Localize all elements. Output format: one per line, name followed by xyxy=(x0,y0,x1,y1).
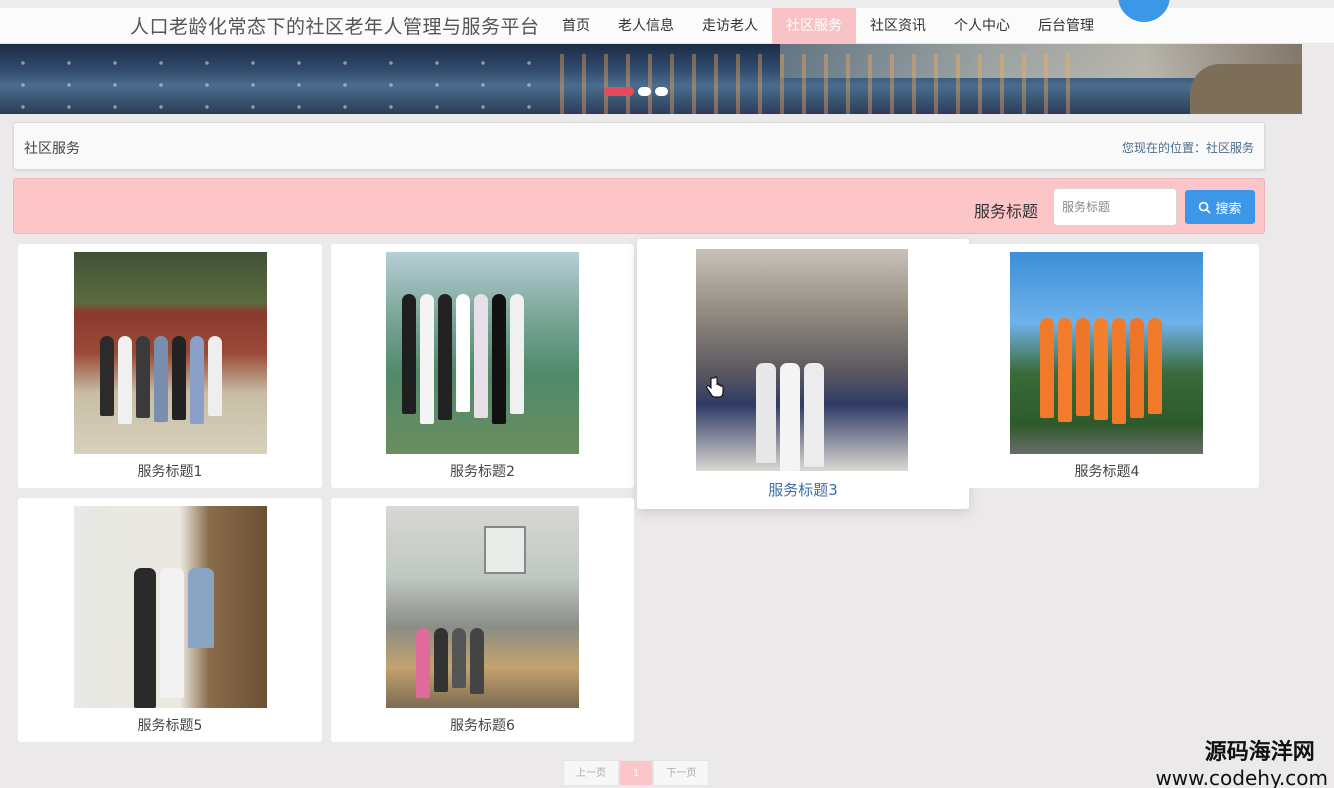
service-title-6[interactable]: 服务标题6 xyxy=(331,715,634,735)
banner-hill xyxy=(1190,64,1302,114)
page-number-current[interactable]: 1 xyxy=(619,760,654,786)
search-input[interactable] xyxy=(1053,188,1177,226)
nav-item-community-service[interactable]: 社区服务 xyxy=(772,8,856,44)
banner-boats xyxy=(0,52,560,112)
search-button-label: 搜索 xyxy=(1215,201,1242,217)
service-card-3[interactable]: 服务标题3 xyxy=(637,239,969,509)
nav-item-elder-info[interactable]: 老人信息 xyxy=(604,8,688,44)
service-image-2[interactable] xyxy=(386,252,579,454)
service-card-4[interactable]: 服务标题4 xyxy=(955,244,1259,488)
breadcrumb-location[interactable]: 您现在的位置：社区服务 xyxy=(1122,139,1254,156)
nav-item-community-news[interactable]: 社区资讯 xyxy=(856,8,940,44)
page-title: 社区服务 xyxy=(24,141,80,157)
hand-cursor-icon xyxy=(706,376,724,398)
service-card-2[interactable]: 服务标题2 xyxy=(331,244,634,488)
watermark-line2: www.codehy.com xyxy=(1155,766,1328,788)
service-card-6[interactable]: 服务标题6 xyxy=(331,498,634,742)
pagination: 上一页 1 下一页 xyxy=(563,760,710,786)
search-button[interactable]: 搜索 xyxy=(1185,190,1255,224)
carousel-indicators xyxy=(604,87,668,96)
service-title-4[interactable]: 服务标题4 xyxy=(955,461,1259,481)
service-title-1[interactable]: 服务标题1 xyxy=(18,461,322,481)
service-image-3[interactable] xyxy=(696,249,908,471)
watermark: 源码海洋网 www.codehy.com xyxy=(1155,734,1328,788)
service-image-1[interactable] xyxy=(74,252,267,454)
service-image-5[interactable] xyxy=(74,506,267,708)
carousel-dot-1[interactable] xyxy=(604,87,634,96)
nav-item-personal-center[interactable]: 个人中心 xyxy=(940,8,1024,44)
service-title-3[interactable]: 服务标题3 xyxy=(637,479,969,500)
service-card-5[interactable]: 服务标题5 xyxy=(18,498,322,742)
service-image-6[interactable] xyxy=(386,506,579,708)
search-bar: 服务标题 搜索 xyxy=(13,178,1265,234)
carousel-dot-2[interactable] xyxy=(638,87,651,96)
main-nav: 首页 老人信息 走访老人 社区服务 社区资讯 个人中心 后台管理 xyxy=(548,8,1108,44)
top-navbar: 人口老龄化常态下的社区老年人管理与服务平台 首页 老人信息 走访老人 社区服务 … xyxy=(0,0,1334,44)
site-title[interactable]: 人口老龄化常态下的社区老年人管理与服务平台 xyxy=(130,12,540,39)
nav-item-home[interactable]: 首页 xyxy=(548,8,604,44)
nav-item-admin[interactable]: 后台管理 xyxy=(1024,8,1108,44)
service-title-2[interactable]: 服务标题2 xyxy=(331,461,634,481)
service-title-5[interactable]: 服务标题5 xyxy=(18,715,322,735)
nav-item-visit-elder[interactable]: 走访老人 xyxy=(688,8,772,44)
search-label: 服务标题 xyxy=(974,202,1039,221)
next-page-button[interactable]: 下一页 xyxy=(653,760,710,786)
search-icon xyxy=(1199,201,1212,214)
service-card-1[interactable]: 服务标题1 xyxy=(18,244,322,488)
watermark-line1: 源码海洋网 xyxy=(1204,740,1315,765)
service-image-4[interactable] xyxy=(1010,252,1203,454)
banner-carousel[interactable] xyxy=(0,44,1302,114)
floating-bubble[interactable] xyxy=(1118,0,1170,22)
banner-water-reflections xyxy=(560,54,1080,114)
breadcrumb-bar: 社区服务 您现在的位置：社区服务 xyxy=(13,122,1265,170)
prev-page-button[interactable]: 上一页 xyxy=(563,760,619,786)
carousel-dot-3[interactable] xyxy=(655,87,668,96)
projector-screen xyxy=(484,526,526,574)
